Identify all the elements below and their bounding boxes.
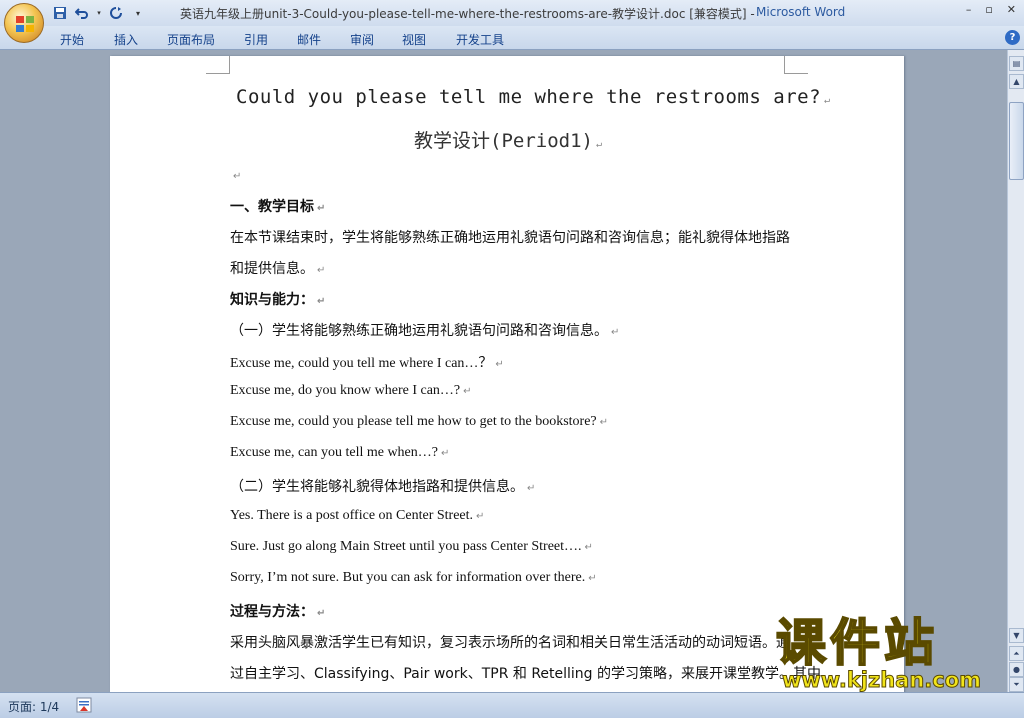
paragraph-mark: ↵ [824, 95, 831, 106]
doc-subheading: 教学设计(Period1) [414, 130, 593, 152]
paragraph-mark: ↵ [595, 139, 602, 150]
page-indicator[interactable]: 页面: 1/4 [8, 698, 59, 715]
undo-icon[interactable] [74, 5, 90, 21]
watermark-title: 课件站 [775, 614, 938, 672]
tab-developer[interactable]: 开发工具 [456, 31, 504, 48]
body-line: 过自主学习、Classifying、Pair work、TPR 和 Retell… [230, 666, 822, 682]
document-subtitle-line: 教学设计(Period1) ↵ [414, 126, 602, 153]
next-page-icon[interactable]: ⏷ [1009, 677, 1024, 692]
watermark-logo: 课件站 www.kjzhan.com [775, 614, 1008, 693]
paragraph-mark: ↵ [233, 171, 242, 182]
body-line: 和提供信息。 ↵ [230, 261, 326, 277]
body-line: Excuse me, do you know where I can…? ↵ [230, 383, 472, 398]
tab-view[interactable]: 视图 [402, 31, 426, 48]
tab-mailings[interactable]: 邮件 [297, 31, 321, 48]
document-title-line: Could you please tell me where the restr… [236, 86, 831, 108]
restore-button[interactable]: ▫ [985, 3, 992, 16]
previous-page-icon[interactable]: ⏶ [1009, 646, 1024, 661]
margin-corner-mark [784, 56, 808, 74]
subsection-heading: 知识与能力： ↵ [230, 292, 326, 308]
body-line: Excuse me, could you tell me where I can… [230, 356, 504, 371]
ribbon-tabs: 开始 插入 页面布局 引用 邮件 审阅 视图 开发工具 ? [0, 26, 1024, 50]
watermark-url: www.kjzhan.com [781, 668, 982, 693]
save-icon[interactable] [52, 5, 68, 21]
tab-home[interactable]: 开始 [60, 31, 84, 48]
scroll-thumb[interactable] [1009, 102, 1024, 180]
office-button[interactable] [4, 3, 44, 43]
document-page[interactable]: Could you please tell me where the restr… [110, 56, 904, 696]
minimize-button[interactable]: – [966, 3, 972, 16]
close-button[interactable]: ✕ [1007, 3, 1016, 16]
customize-toolbar-icon[interactable]: ▾ [130, 5, 146, 21]
doc-heading: Could you please tell me where the restr… [236, 86, 822, 108]
scroll-up-icon[interactable]: ▲ [1009, 74, 1024, 89]
tab-review[interactable]: 审阅 [350, 31, 374, 48]
office-logo-icon [16, 16, 34, 32]
help-icon[interactable]: ? [1005, 30, 1020, 45]
empty-paragraph: ↵ [230, 164, 241, 183]
select-browse-object-icon[interactable]: ● [1009, 662, 1024, 677]
body-line: （二）学生将能够礼貌得体地指路和提供信息。 ↵ [230, 479, 536, 495]
body-line: Yes. There is a post office on Center St… [230, 508, 485, 523]
title-bar: ▾ ▾ 英语九年级上册unit-3-Could-you-please-tell-… [0, 0, 1024, 26]
subsection-heading: 过程与方法： ↵ [230, 604, 326, 620]
dropdown-arrow-icon[interactable]: ▾ [96, 5, 102, 21]
tab-insert[interactable]: 插入 [114, 31, 138, 48]
window-controls: – ▫ ✕ [966, 3, 1016, 16]
status-bar: 页面: 1/4 [0, 692, 1024, 718]
ruler-toggle-icon[interactable]: ▤ [1009, 56, 1024, 71]
body-line: Excuse me, can you tell me when…? ↵ [230, 445, 450, 460]
body-line: Sorry, I’m not sure. But you can ask for… [230, 570, 597, 585]
tab-page-layout[interactable]: 页面布局 [167, 31, 215, 48]
section-heading: 一、教学目标 ↵ [230, 199, 326, 215]
body-line: 采用头脑风暴激活学生已有知识，复习表示场所的名词和相关日常生活活动的动词短语。通 [230, 635, 790, 651]
vertical-scrollbar[interactable]: ▤ ▲ ▼ ⏶ ● ⏷ [1007, 50, 1024, 692]
body-line: Sure. Just go along Main Street until yo… [230, 539, 593, 554]
body-line: 在本节课结束时，学生将能够熟练正确地运用礼貌语句问路和咨询信息；能礼貌得体地指路 [230, 230, 790, 246]
document-workspace: Could you please tell me where the restr… [0, 50, 1007, 696]
app-name: Microsoft Word [756, 5, 846, 19]
redo-icon[interactable] [108, 5, 124, 21]
tab-references[interactable]: 引用 [244, 31, 268, 48]
body-line: （一）学生将能够熟练正确地运用礼貌语句问路和咨询信息。 ↵ [230, 323, 620, 339]
quick-access-toolbar: ▾ ▾ [52, 4, 146, 22]
body-line: Excuse me, could you please tell me how … [230, 414, 609, 429]
document-title: 英语九年级上册unit-3-Could-you-please-tell-me-w… [180, 7, 755, 21]
proofing-status-icon[interactable] [76, 697, 92, 713]
margin-corner-mark [206, 56, 230, 74]
scroll-down-icon[interactable]: ▼ [1009, 628, 1024, 643]
